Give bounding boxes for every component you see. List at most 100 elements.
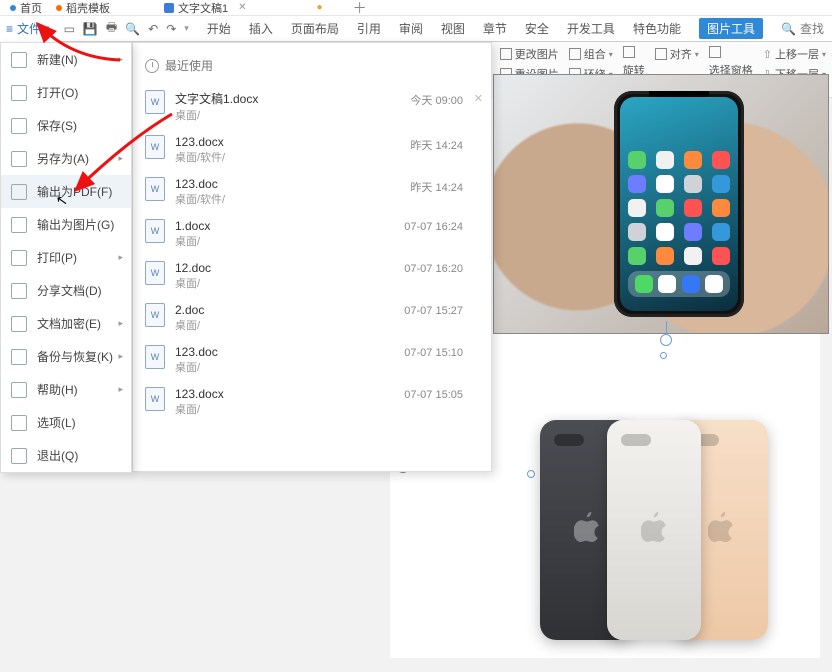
tab-start[interactable]: 开始 [207,20,231,37]
qat-open-icon[interactable]: ▭ [64,22,75,36]
file-menu-button[interactable]: ≡ 文件 ▾ [0,16,56,42]
resize-handle-bottom[interactable] [660,352,667,359]
recent-file-path: 桌面/ [175,107,258,123]
file-menu-dropdown: 新建(N)▸ 打开(O) 保存(S) 另存为(A)▸ 输出为PDF(F) 输出为… [0,42,132,473]
inserted-image-2[interactable] [540,370,820,640]
recent-file-item[interactable]: W12.doc桌面/07-07 16:20 [133,255,491,297]
doc-file-icon: W [145,219,165,243]
align-icon [655,48,667,60]
tab-review[interactable]: 审阅 [399,20,423,37]
menu-help[interactable]: 帮助(H)▸ [1,373,131,406]
align-label: 对齐 [670,46,692,62]
new-icon [11,52,27,68]
menu-saveas[interactable]: 另存为(A)▸ [1,142,131,175]
inserted-image-1[interactable] [493,74,829,334]
tab-special[interactable]: 特色功能 [633,20,681,37]
section-handle[interactable] [527,470,535,478]
title-tab-bar: 首页 稻壳模板 文字文稿1 ✕ ● ＋ [0,0,832,16]
menu-new[interactable]: 新建(N)▸ [1,43,131,76]
tab-home-label: 首页 [20,0,42,16]
recent-file-item[interactable]: W2.doc桌面/07-07 15:27 [133,297,491,339]
tab-picture-tools[interactable]: 图片工具 [699,18,763,39]
recent-file-path: 桌面/ [175,401,224,417]
open-icon [11,85,27,101]
menu-tabs: 开始 插入 页面布局 引用 审阅 视图 章节 安全 开发工具 特色功能 图片工具 [197,18,763,39]
tab-dev[interactable]: 开发工具 [567,20,615,37]
menu-open-label: 打开(O) [37,84,78,101]
menu-options-label: 选项(L) [37,414,76,431]
lock-icon [11,316,27,332]
hamburger-icon: ≡ [6,22,13,36]
menu-export-img-label: 输出为图片(G) [37,216,114,233]
tab-layout[interactable]: 页面布局 [291,20,339,37]
menu-share[interactable]: 分享文档(D) [1,274,131,307]
doc-file-icon: W [145,303,165,327]
recent-file-name: 123.doc [175,177,225,191]
recent-file-item[interactable]: W123.docx桌面/07-07 15:05 [133,381,491,423]
chevron-right-icon: ▸ [118,318,123,329]
close-icon[interactable]: ✕ [474,92,483,105]
recent-file-item[interactable]: W1.docx桌面/07-07 16:24 [133,213,491,255]
tab-insert[interactable]: 插入 [249,20,273,37]
btn-layer-up[interactable]: ⇧上移一层▾ [763,46,826,62]
btn-rotate[interactable] [623,46,645,58]
btn-align[interactable]: 对齐▾ [655,46,699,62]
tab-template-label: 稻壳模板 [66,0,110,16]
quick-access-toolbar: ▭ 💾 🖶 🔍 ↶ ↷ ▾ [56,18,197,39]
qat-undo-icon[interactable]: ↶ [148,22,158,36]
doc-file-icon: W [145,387,165,411]
menu-export-pdf[interactable]: 输出为PDF(F) [1,175,131,208]
ribbon-bar: ≡ 文件 ▾ ▭ 💾 🖶 🔍 ↶ ↷ ▾ 开始 插入 页面布局 引用 审阅 视图… [0,16,832,42]
menu-encrypt-label: 文档加密(E) [37,315,101,332]
menu-open[interactable]: 打开(O) [1,76,131,109]
recent-file-date: 昨天 14:24 [410,137,463,153]
recent-file-name: 文字文稿1.docx [175,90,258,107]
qat-print-icon[interactable]: 🖶 [106,18,117,39]
recent-file-name: 123.docx [175,387,224,401]
pdf-icon [11,184,27,200]
tab-reference[interactable]: 引用 [357,20,381,37]
selpane-icon [709,46,721,58]
tab-template[interactable]: 稻壳模板 [52,0,120,16]
image-icon [11,217,27,233]
change-pic-label: 更改图片 [515,46,559,62]
btn-group[interactable]: 组合▾ [569,46,613,62]
layer-up-label: 上移一层 [775,46,819,62]
exit-icon [11,448,27,464]
qat-save-icon[interactable]: 💾 [83,22,98,36]
chevron-down-icon: ▾ [695,50,699,59]
menu-export-img[interactable]: 输出为图片(G) [1,208,131,241]
qat-redo-icon[interactable]: ↷ [166,22,176,36]
recent-file-name: 2.doc [175,303,204,317]
close-doc-icon[interactable]: ✕ [238,2,246,13]
menu-encrypt[interactable]: 文档加密(E) ▸ [1,307,131,340]
recent-file-path: 桌面/软件/ [175,149,225,165]
recent-file-item[interactable]: W文字文稿1.docx桌面/今天 09:00✕ [133,84,491,129]
tab-home[interactable]: 首页 [6,0,52,16]
tab-view[interactable]: 视图 [441,20,465,37]
chevron-down-icon[interactable]: ▾ [184,23,189,34]
phone-graphic [614,91,744,317]
btn-sel-pane[interactable] [709,46,753,58]
menu-backup[interactable]: 备份与恢复(K)▸ [1,340,131,373]
menu-save-label: 保存(S) [37,117,77,134]
menu-save[interactable]: 保存(S) [1,109,131,142]
menu-share-label: 分享文档(D) [37,282,102,299]
tab-chapter[interactable]: 章节 [483,20,507,37]
menu-options[interactable]: 选项(L) [1,406,131,439]
recent-file-item[interactable]: W123.docx桌面/软件/昨天 14:24 [133,129,491,171]
group-icon [569,48,581,60]
rotation-handle[interactable] [660,334,672,346]
qat-preview-icon[interactable]: 🔍 [125,22,140,36]
new-tab-button[interactable]: ＋ [353,0,367,18]
menu-exit[interactable]: 退出(Q) [1,439,131,472]
menu-print[interactable]: 打印(P)▸ [1,241,131,274]
find-box[interactable]: 🔍 查找 [781,20,832,37]
recent-header-label: 最近使用 [165,57,213,74]
recent-file-item[interactable]: W123.doc桌面/07-07 15:10 [133,339,491,381]
btn-change-pic[interactable]: 更改图片 [500,46,559,62]
recent-file-item[interactable]: W123.doc桌面/软件/昨天 14:24 [133,171,491,213]
recent-file-path: 桌面/ [175,317,204,333]
tab-document[interactable]: 文字文稿1 ✕ [160,0,257,16]
tab-security[interactable]: 安全 [525,20,549,37]
